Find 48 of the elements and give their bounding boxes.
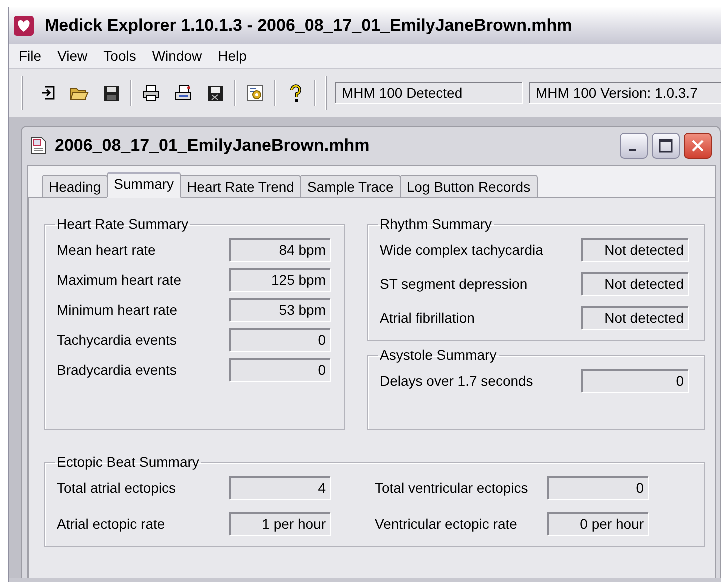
status-field: MHM 100 Version: 1.0.3.7 bbox=[529, 82, 721, 104]
value-field: 0 per hour bbox=[547, 512, 649, 536]
group-title: Ectopic Beat Summary bbox=[56, 454, 200, 470]
field-label: ST segment depression bbox=[380, 276, 529, 292]
menu-item[interactable]: Help bbox=[210, 48, 255, 64]
value-field: 0 bbox=[581, 369, 689, 393]
field-label: Atrial fibrillation bbox=[380, 310, 476, 326]
menu-item[interactable]: View bbox=[50, 48, 96, 64]
field-label: Mean heart rate bbox=[57, 242, 157, 258]
tab[interactable]: Summary bbox=[107, 172, 182, 198]
field-label: Maximum heart rate bbox=[57, 272, 182, 288]
menu-item[interactable]: Tools bbox=[96, 48, 144, 64]
value-field: 84 bpm bbox=[229, 238, 331, 262]
value-field: 0 bbox=[547, 476, 649, 500]
field-label: Atrial ectopic rate bbox=[57, 516, 166, 532]
document-title: 2006_08_17_01_EmilyJaneBrown.mhm bbox=[55, 136, 371, 156]
document-icon bbox=[29, 136, 49, 156]
value-field: 4 bbox=[229, 476, 331, 500]
field-label: Minimum heart rate bbox=[57, 302, 179, 318]
group-title: Asystole Summary bbox=[379, 347, 498, 363]
window-title: Medick Explorer 1.10.1.3 - 2006_08_17_01_EmilyJaneBrown.mhm bbox=[45, 16, 572, 36]
value-field: Not detected bbox=[581, 272, 689, 296]
value-field: 125 bpm bbox=[229, 268, 331, 292]
tab[interactable]: Sample Trace bbox=[300, 175, 401, 198]
field-label: Wide complex tachycardia bbox=[380, 242, 544, 258]
menu-item[interactable]: Window bbox=[144, 48, 210, 64]
value-field: 53 bpm bbox=[229, 298, 331, 322]
value-field: 0 bbox=[229, 328, 331, 352]
value-field: 0 bbox=[229, 358, 331, 382]
status-field: MHM 100 Detected bbox=[335, 82, 523, 104]
field-label: Ventricular ectopic rate bbox=[375, 516, 518, 532]
field-label: Total atrial ectopics bbox=[57, 480, 178, 496]
value-field: Not detected bbox=[581, 238, 689, 262]
value-field: 1 per hour bbox=[229, 512, 331, 536]
field-label: Tachycardia events bbox=[57, 332, 178, 348]
close-button[interactable] bbox=[684, 133, 712, 159]
maximize-button[interactable] bbox=[652, 133, 680, 159]
tab[interactable]: Heart Rate Trend bbox=[180, 175, 302, 198]
field-label: Bradycardia events bbox=[57, 362, 178, 378]
field-label: Delays over 1.7 seconds bbox=[380, 373, 534, 389]
group-title: Rhythm Summary bbox=[379, 216, 494, 232]
minimize-button[interactable] bbox=[620, 133, 648, 159]
menu-item[interactable]: File bbox=[11, 48, 50, 64]
value-field: Not detected bbox=[581, 306, 689, 330]
tab[interactable]: Heading bbox=[42, 175, 108, 198]
group-title: Heart Rate Summary bbox=[56, 216, 190, 232]
tab[interactable]: Log Button Records bbox=[400, 175, 538, 198]
field-label: Total ventricular ectopics bbox=[375, 480, 530, 496]
